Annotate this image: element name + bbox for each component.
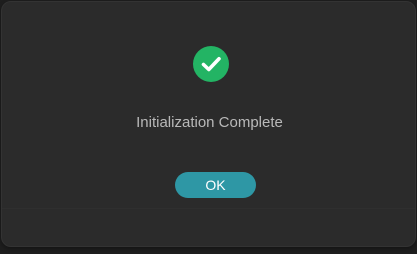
dialog-message: Initialization Complete [136, 114, 283, 131]
ok-button[interactable]: OK [175, 172, 256, 198]
check-mark-icon [193, 46, 229, 82]
completion-dialog: Initialization Complete OK [1, 1, 416, 247]
divider [2, 208, 415, 209]
check-circle-icon [193, 46, 229, 82]
